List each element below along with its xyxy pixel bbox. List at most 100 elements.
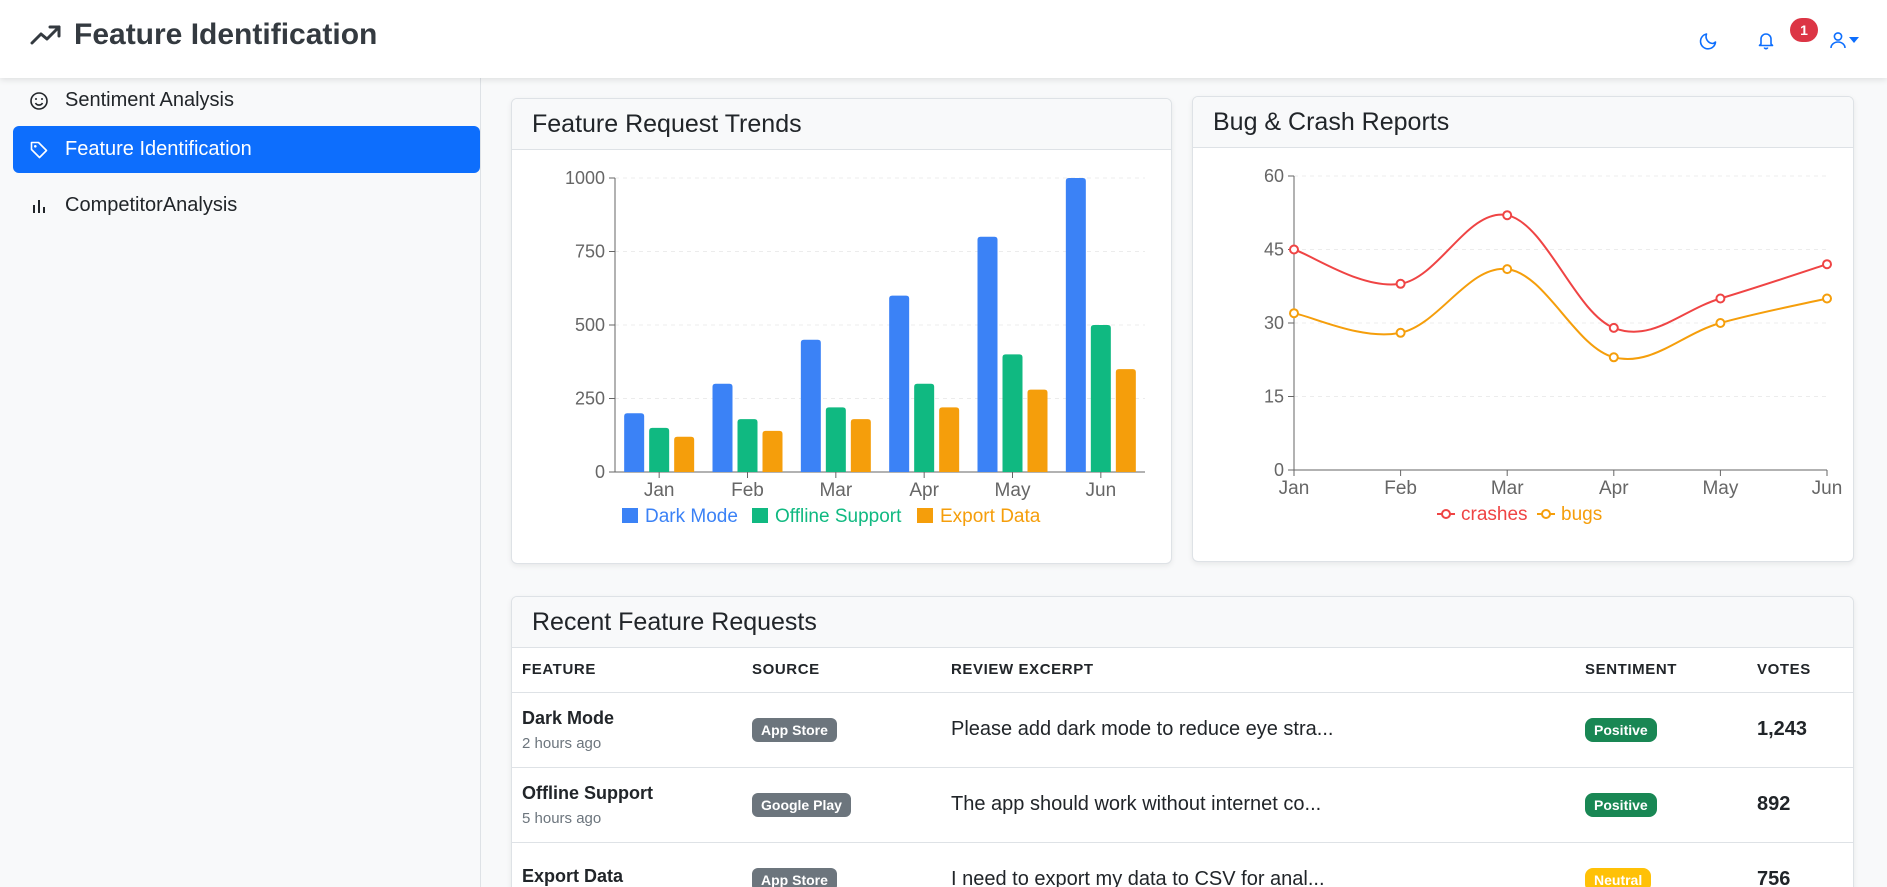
notification-badge: 1 [1790, 18, 1818, 42]
feature-name: Export Data [522, 866, 624, 886]
table-header-row: FEATURE SOURCE REVIEW EXCERPT SENTIMENT … [512, 648, 1853, 693]
data-point-bugs [1289, 308, 1299, 319]
legend-label: bugs [1561, 504, 1602, 525]
y-tick-label: 60 [1264, 166, 1284, 186]
top-header: Feature Identification 1 [0, 0, 1887, 78]
page-title: Feature Identification [74, 18, 378, 51]
data-point-crashes [1289, 244, 1299, 255]
card-title: Bug & Crash Reports [1193, 97, 1853, 148]
card-title: Recent Feature Requests [512, 597, 1853, 648]
legend-marker [1541, 509, 1551, 519]
legend-swatch [622, 508, 638, 523]
data-point-bugs [1715, 318, 1726, 328]
x-tick-label: May [995, 480, 1031, 501]
legend-label: Dark Mode [645, 506, 738, 527]
x-tick-label: Jan [1279, 478, 1310, 499]
series-line-crashes [1293, 213, 1828, 333]
source-cell: App Store [742, 842, 941, 887]
legend-label: crashes [1461, 504, 1528, 525]
feature-name: Offline Support [522, 782, 653, 803]
data-point-crashes [1395, 278, 1406, 289]
column-header: FEATURE [512, 648, 742, 693]
user-menu-button[interactable] [1822, 26, 1866, 54]
sentiment-badge: Positive [1585, 792, 1657, 817]
bar-offline-support [649, 427, 670, 472]
y-tick-label: 0 [1274, 460, 1284, 480]
bar-dark-mode [800, 339, 821, 472]
y-tick-label: 30 [1264, 313, 1284, 333]
bar-export-data [674, 436, 695, 472]
bar-offline-support [737, 419, 758, 472]
legend-label: Offline Support [775, 506, 902, 527]
data-point-bugs [1502, 264, 1513, 275]
bar-export-data [1027, 389, 1048, 472]
column-header: SENTIMENT [1575, 648, 1747, 693]
feature-trends-chart: 0 250 500 750 1000 Jan Feb Mar Apr May Jun Dark Mod… [565, 168, 1145, 527]
sentiment-cell: Positive [1575, 767, 1747, 843]
table-row[interactable]: Offline Support 5 hours ago Google Play … [512, 767, 1853, 843]
x-tick-label: Apr [1599, 478, 1629, 499]
source-badge: App Store [752, 717, 837, 742]
dark-mode-toggle[interactable] [1695, 26, 1723, 54]
table-row[interactable]: Dark Mode 2 hours ago App Store Please a… [512, 692, 1853, 768]
bug-reports-chart: 0 15 30 45 60 Jan Feb Mar Apr May Jun crashes bugs [1264, 166, 1843, 525]
x-tick-label: Apr [909, 480, 939, 501]
votes-count: 1,243 [1757, 718, 1808, 740]
bar-dark-mode [712, 383, 733, 472]
table-row[interactable]: Export Data App Store I need to export m… [512, 842, 1853, 887]
requests-table: FEATURE SOURCE REVIEW EXCERPT SENTIMENT … [512, 648, 1853, 887]
bar-dark-mode [1065, 178, 1086, 472]
data-point-crashes [1502, 210, 1513, 221]
votes-count: 892 [1757, 793, 1791, 815]
feature-name: Dark Mode [522, 707, 615, 728]
brand: Feature Identification [30, 18, 377, 52]
feature-cell: Dark Mode 2 hours ago [512, 692, 742, 768]
bar-dark-mode [977, 236, 998, 472]
tag-icon [30, 141, 48, 158]
sidebar-item-label: Sentiment Analysis [65, 89, 234, 111]
x-tick-label: Feb [1384, 478, 1417, 499]
x-tick-label: Mar [819, 480, 852, 501]
y-tick-label: 500 [575, 315, 605, 335]
x-tick-label: Jun [1812, 478, 1843, 499]
sidebar-item-label: CompetitorAnalysis [65, 194, 238, 216]
source-cell: App Store [742, 692, 941, 768]
review-excerpt: Please add dark mode to reduce eye stra.… [951, 718, 1334, 740]
sidebar-item-feature-identification[interactable]: Feature Identification [13, 126, 480, 173]
excerpt-cell: Please add dark mode to reduce eye stra.… [941, 692, 1575, 768]
bar-offline-support [914, 383, 935, 472]
column-header: REVIEW EXCERPT [941, 648, 1575, 693]
data-point-bugs [1822, 293, 1832, 304]
y-tick-label: 750 [575, 242, 605, 262]
x-tick-label: Mar [1491, 478, 1524, 499]
column-header: VOTES [1747, 648, 1853, 693]
legend-swatch [917, 508, 933, 523]
sentiment-cell: Neutral [1575, 842, 1747, 887]
data-point-bugs [1395, 327, 1406, 338]
notifications-button[interactable] [1752, 26, 1780, 54]
bar-offline-support [825, 407, 846, 472]
bar-export-data [1115, 369, 1136, 472]
bug-reports-card: Bug & Crash Reports 0 15 30 45 60 Jan Feb Mar Ap… [1192, 96, 1854, 562]
sidebar-item-competitor-analysis[interactable]: CompetitorAnalysis [13, 182, 480, 229]
y-tick-label: 250 [575, 389, 605, 409]
sidebar-item-sentiment-analysis[interactable]: Sentiment Analysis [13, 77, 480, 124]
bar-dark-mode [889, 295, 910, 472]
source-badge: Google Play [752, 792, 851, 817]
review-excerpt: I need to export my data to CSV for anal… [951, 868, 1325, 887]
x-tick-label: Jun [1086, 480, 1117, 501]
trending-up-icon [30, 25, 61, 45]
bar-export-data [939, 407, 960, 472]
data-point-crashes [1715, 293, 1726, 304]
data-point-crashes [1822, 259, 1832, 270]
bell-icon [1758, 33, 1774, 50]
x-tick-label: Jan [644, 480, 675, 501]
legend-swatch [752, 508, 768, 523]
smile-icon [30, 91, 48, 110]
user-icon [1830, 32, 1846, 49]
y-tick-label: 0 [595, 462, 605, 482]
bar-offline-support [1090, 325, 1111, 472]
bar-chart-icon [33, 199, 45, 213]
bar-export-data [850, 419, 871, 472]
source-badge: App Store [752, 867, 837, 887]
